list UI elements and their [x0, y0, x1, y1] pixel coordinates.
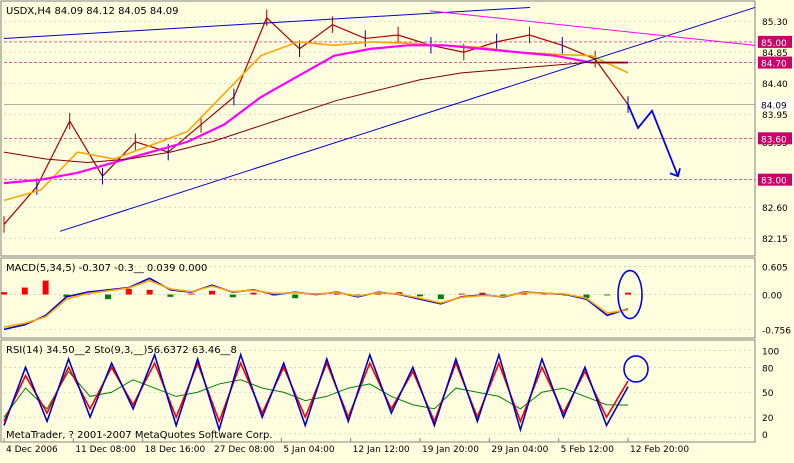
x-tick-label: 18 Dec 16:00	[145, 445, 206, 455]
macd-histogram-bar	[458, 293, 465, 295]
macd-histogram-bar	[105, 294, 111, 300]
macd-histogram-bar	[188, 293, 195, 295]
price-tick-label: 82.15	[762, 235, 788, 245]
copyright-text: MetaTrader, ? 2001-2007 MetaQuotes Softw…	[6, 430, 272, 441]
macd-histogram-bar	[167, 294, 174, 297]
price-level-label: 85.00	[761, 39, 787, 49]
macd-histogram-bar	[42, 280, 49, 295]
x-tick-label: 27 Dec 08:00	[214, 445, 275, 455]
price-tick-label: 82.60	[762, 204, 788, 214]
price-tick-label: 83.95	[762, 111, 788, 121]
macd-histogram-bar	[292, 294, 299, 299]
x-tick-label: 11 Dec 08:00	[75, 445, 136, 455]
price-level-label: 83.00	[761, 177, 787, 187]
osc-header: RSI(14) 34.50__2 Sto(9,3,__)56.6372 63.4…	[6, 345, 237, 356]
x-tick-label: 29 Jan 04:00	[491, 445, 548, 455]
price-level-label: 84.70	[761, 60, 787, 70]
price-level-label: 83.60	[761, 135, 787, 145]
x-tick-label: 19 Jan 20:00	[422, 445, 479, 455]
price-tick-label: 84.40	[762, 80, 788, 90]
price-level-label: 84.09	[761, 102, 787, 112]
metatrader-chart-window: 85.3084.8584.4083.9583.5582.6082.1585.00…	[0, 0, 794, 459]
osc-tick-label: 20	[762, 414, 774, 424]
x-tick-label: 12 Jan 12:00	[353, 445, 410, 455]
macd-tick-label: 0.00	[762, 292, 782, 302]
macd-histogram-bar	[250, 292, 257, 295]
chart-canvas[interactable]: 85.3084.8584.4083.9583.5582.6082.1585.00…	[0, 0, 794, 459]
osc-tick-label: 80	[762, 364, 774, 374]
macd-histogram-bar	[125, 288, 132, 295]
x-tick-label: 12 Feb 20:00	[630, 445, 689, 455]
osc-tick-label: 50	[762, 389, 774, 399]
macd-histogram-bar	[229, 294, 236, 298]
macd-header: MACD(5,34,5) -0.307 -0.3__ 0.039 0.000	[6, 263, 207, 274]
macd-histogram-bar	[625, 292, 631, 295]
price-tick-label: 85.30	[762, 18, 788, 28]
macd-histogram-bar	[146, 289, 153, 295]
osc-tick-label: 100	[762, 348, 779, 358]
macd-histogram-bar	[437, 294, 444, 300]
price-header: USDX,H4 84.09 84.12 84.05 84.09	[6, 6, 179, 17]
macd-histogram-bar	[1, 292, 7, 295]
macd-histogram-bar	[209, 290, 215, 295]
x-tick-label: 5 Jan 04:00	[283, 445, 335, 455]
macd-tick-label: 0.605	[762, 263, 788, 273]
macd-histogram-bar	[604, 294, 611, 296]
x-tick-label: 5 Feb 12:00	[561, 445, 615, 455]
macd-histogram-bar	[417, 294, 423, 297]
osc-tick-label: 0	[762, 431, 768, 441]
macd-histogram-bar	[21, 287, 28, 295]
macd-tick-label: -0.756	[762, 327, 791, 337]
x-tick-label: 4 Dec 2006	[6, 445, 58, 455]
